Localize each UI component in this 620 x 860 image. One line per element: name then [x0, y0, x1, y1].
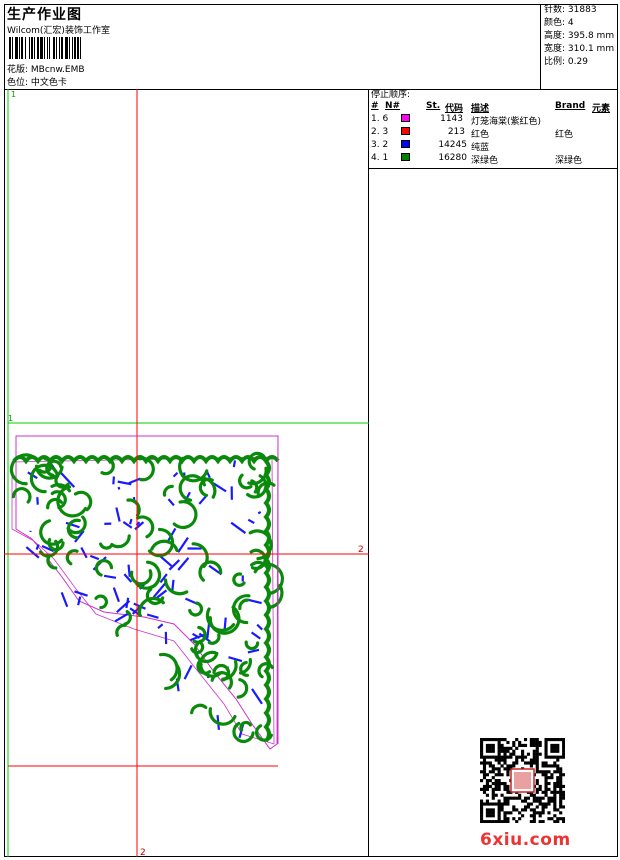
header-info: 生产作业图 Wilcom(汇宏)装饰工作室 花版: MBcnw.EMB 色位: … — [4, 4, 541, 89]
design-stats: 针数: 31883 颜色: 4 高度: 395.8 mm 宽度: 310.1 m… — [541, 4, 617, 69]
row-number: 3. 2 — [371, 140, 389, 150]
design-file-line: 花版: MBcnw.EMB — [7, 62, 85, 75]
marker-2-bottom: 2 — [140, 848, 146, 857]
row-number: 2. 3 — [371, 127, 389, 137]
design-preview-svg: 1 1 2 2 — [4, 89, 369, 857]
row-desc: 纯蓝 — [471, 143, 490, 153]
stat-height: 高度: 395.8 mm — [544, 31, 615, 41]
stat-width: 宽度: 310.1 mm — [544, 44, 615, 54]
color-table: # N# St. 代码 描述 Brand 元素 1. 6 1143 灯笼海棠(紫… — [369, 101, 618, 166]
color-swatch — [401, 140, 410, 148]
company-name: Wilcom(汇宏)装饰工作室 — [7, 26, 110, 36]
row-code: 1143 — [440, 114, 463, 124]
design-file-label: 花版: — [7, 65, 29, 75]
stop-sequence-title: 停止顺序: — [371, 90, 411, 100]
row-brand: 深绿色 — [555, 156, 583, 166]
design-file-value: MBcnw.EMB — [30, 65, 85, 75]
col-st: St. — [426, 101, 441, 111]
row-number: 1. 6 — [371, 114, 389, 124]
embroidery-stitches — [9, 451, 284, 743]
barcode — [9, 37, 119, 59]
color-row[interactable]: 1. 6 1143 灯笼海棠(紫红色) — [369, 114, 618, 127]
marker-2-right: 2 — [358, 545, 364, 555]
stat-scale: 比例: 0.29 — [544, 57, 588, 67]
color-swatch — [401, 114, 410, 122]
col-element: 元素 — [592, 104, 611, 114]
col-n: N# — [385, 101, 401, 111]
row-brand: 红色 — [555, 130, 574, 140]
row-desc: 灯笼海棠(紫红色) — [471, 117, 542, 127]
marker-1-mid: 1 — [8, 414, 13, 423]
color-chart-value: 中文色卡 — [30, 78, 67, 88]
col-brand: Brand — [555, 101, 586, 111]
color-row[interactable]: 3. 2 14245 纯蓝 — [369, 140, 618, 153]
col-num: # — [371, 101, 379, 111]
panel-divider — [369, 168, 618, 169]
color-table-header: # N# St. 代码 描述 Brand 元素 — [369, 101, 618, 114]
color-chart-line: 色位: 中文色卡 — [7, 75, 67, 88]
qr-code-svg — [480, 738, 566, 824]
row-code: 16280 — [438, 153, 467, 163]
color-row[interactable]: 4. 1 16280 深绿色 深绿色 — [369, 153, 618, 166]
col-desc: 描述 — [471, 104, 490, 114]
qr-code — [480, 738, 566, 824]
watermark: 6xiu.com — [480, 830, 571, 850]
marker-1-top: 1 — [11, 90, 16, 99]
color-swatch — [401, 127, 410, 135]
row-code: 213 — [447, 127, 465, 137]
page-title: 生产作业图 — [7, 7, 82, 23]
stat-colors: 颜色: 4 — [544, 18, 574, 28]
header: 生产作业图 Wilcom(汇宏)装饰工作室 花版: MBcnw.EMB 色位: … — [4, 4, 618, 90]
stat-stitches: 针数: 31883 — [544, 5, 597, 15]
design-preview[interactable]: 1 1 2 2 — [4, 89, 369, 857]
row-code: 14245 — [438, 140, 467, 150]
row-desc: 红色 — [471, 130, 490, 140]
row-number: 4. 1 — [371, 153, 389, 163]
color-row[interactable]: 2. 3 213 红色 红色 — [369, 127, 618, 140]
col-code: 代码 — [445, 104, 464, 114]
color-swatch — [401, 153, 410, 161]
row-desc: 深绿色 — [471, 156, 499, 166]
color-chart-label: 色位: — [7, 78, 29, 88]
